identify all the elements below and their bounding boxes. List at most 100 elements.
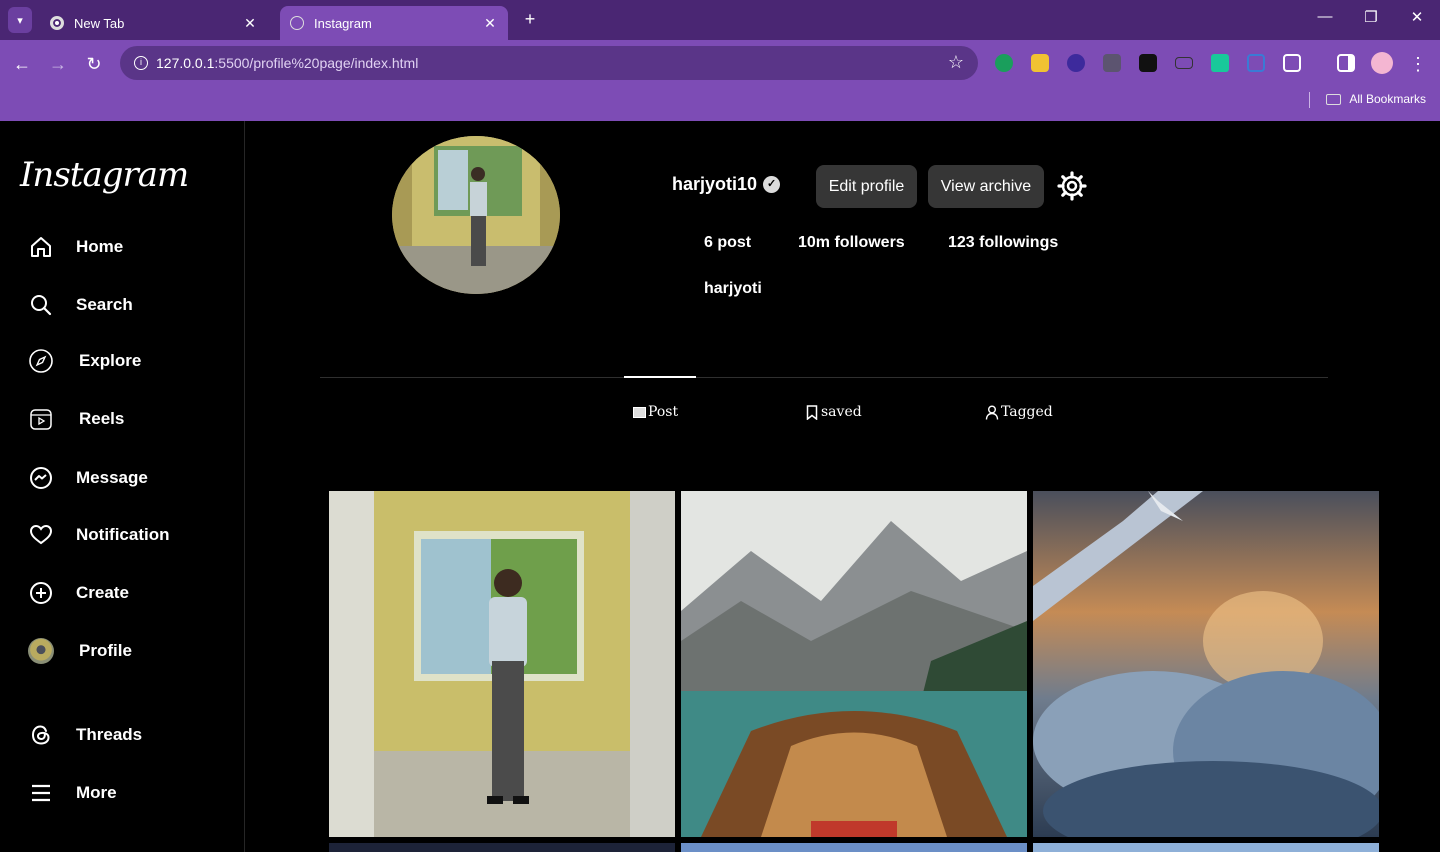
post-tile[interactable] [329,843,675,852]
tab-title: New Tab [74,15,125,31]
sidebar-item-label: Home [76,237,124,256]
bookmarks-label: All Bookmarks [1349,92,1426,106]
sidebar-item-threads[interactable]: Threads [28,722,142,748]
folder-icon [1326,93,1342,105]
sidebar-item-explore[interactable]: Explore [28,348,141,374]
sidebar-item-notification[interactable]: Notification [28,522,170,548]
tab-tagged[interactable]: Tagged [985,404,1053,420]
edit-profile-button[interactable]: Edit profile [816,165,917,208]
extension-download-icon[interactable] [1067,54,1085,72]
extension-folder-icon[interactable] [1031,54,1049,72]
post-tile[interactable] [329,491,675,837]
extension-stack-icon[interactable] [1103,54,1121,72]
threads-icon [28,722,54,748]
reload-button[interactable]: ↻ [82,52,106,76]
tab-label: Post [648,404,679,420]
side-panel-icon[interactable] [1337,54,1355,72]
profile-username: harjyoti10 ✓ [672,174,781,195]
sidebar-item-label: Explore [79,351,142,370]
tabs-divider [320,377,1328,378]
verified-badge-icon: ✓ [763,176,781,193]
heart-icon [28,522,54,548]
profile-picture[interactable] [392,136,560,294]
post-tile[interactable] [681,843,1027,852]
post-count: 6 post [704,234,752,251]
followers-count[interactable]: 10m followers [798,234,905,252]
post-photo-mountain-boat [681,491,1027,837]
tab-saved[interactable]: saved [806,404,862,420]
compass-icon [28,348,54,374]
tab-label: saved [821,404,862,420]
post-photo-portrait [329,491,675,837]
sidebar-item-message[interactable]: Message [28,465,148,491]
home-icon [28,234,54,260]
menu-icon [28,780,54,806]
view-archive-button[interactable]: View archive [928,165,1044,208]
site-info-icon[interactable]: i [134,56,148,70]
close-tab-icon[interactable]: ✕ [242,15,258,32]
sidebar: Instagram Home Search Explore Reels Mess… [0,121,245,852]
sidebar-item-label: Message [76,468,148,487]
following-count[interactable]: 123 followings [948,234,1058,252]
active-tab-indicator [624,376,696,378]
close-tab-icon[interactable]: ✕ [482,15,498,32]
sidebar-item-label: Create [76,583,129,602]
post-photo-airplane-clouds [1033,491,1379,837]
extension-shield-icon[interactable] [995,54,1013,72]
close-window-icon[interactable]: ✕ [1405,8,1429,26]
settings-gear-icon[interactable] [1056,170,1088,202]
grid-icon [633,406,646,418]
url-host: 127.0.0.1 [156,55,215,71]
post-tile[interactable] [1033,843,1379,852]
sidebar-item-profile[interactable]: Profile [28,638,132,664]
post-tile[interactable] [1033,491,1379,837]
tab-search-button[interactable]: ▾ [8,7,32,33]
back-button[interactable]: ← [10,52,34,76]
sidebar-item-home[interactable]: Home [28,234,123,260]
address-bar[interactable]: i 127.0.0.1:5500/profile%20page/index.ht… [120,46,978,80]
sidebar-item-label: Profile [79,641,132,660]
sidebar-item-create[interactable]: Create [28,580,129,606]
instagram-logo[interactable]: Instagram [20,155,189,195]
tab-label: Tagged [1001,404,1053,420]
browser-toolbar: ← → ↻ i 127.0.0.1:5500/profile%20page/in… [0,40,1440,121]
messenger-icon [28,465,54,491]
forward-button[interactable]: → [46,52,70,76]
profile-avatar-icon[interactable] [1371,52,1393,74]
url-path: :5500/profile%20page/index.html [214,55,419,71]
kebab-menu-icon[interactable]: ⋮ [1406,52,1430,76]
extension-box-icon[interactable] [1247,54,1265,72]
minimize-icon[interactable]: — [1313,8,1337,25]
extension-tiktok-icon[interactable] [1139,54,1157,72]
tab-post[interactable]: Post [633,404,678,420]
post-tile[interactable] [681,491,1027,837]
restore-icon[interactable]: ❐ [1359,8,1383,26]
sidebar-item-label: Threads [76,725,143,744]
bookmark-icon [806,404,818,420]
sidebar-item-more[interactable]: More [28,780,117,806]
username-text: harjyoti10 [672,174,758,194]
sidebar-item-label: Notification [76,525,170,544]
extension-window-icon[interactable] [1175,57,1193,69]
plus-circle-icon [28,580,54,606]
sidebar-item-label: Search [76,295,133,314]
extension-pin-icon[interactable] [1211,54,1229,72]
sidebar-item-label: Reels [79,409,125,428]
sidebar-item-reels[interactable]: Reels [28,406,124,432]
browser-tab-instagram[interactable]: Instagram ✕ [280,6,508,40]
person-icon [985,405,999,420]
avatar [28,638,54,664]
extensions-puzzle-icon[interactable] [1283,54,1301,72]
sidebar-item-search[interactable]: Search [28,292,133,318]
bookmark-star-icon[interactable]: ☆ [948,52,964,73]
chrome-icon [50,16,64,30]
all-bookmarks-button[interactable]: All Bookmarks [1326,92,1426,106]
reels-icon [28,406,54,432]
bookmarks-divider [1309,92,1310,108]
globe-icon [290,16,304,30]
search-icon [28,292,54,318]
browser-tab-strip: ▾ New Tab ✕ Instagram ✕ + — ❐ ✕ [0,0,1440,40]
new-tab-button[interactable]: + [520,9,540,31]
browser-tab-new-tab[interactable]: New Tab ✕ [40,6,268,40]
profile-full-name: harjyoti [704,280,762,297]
